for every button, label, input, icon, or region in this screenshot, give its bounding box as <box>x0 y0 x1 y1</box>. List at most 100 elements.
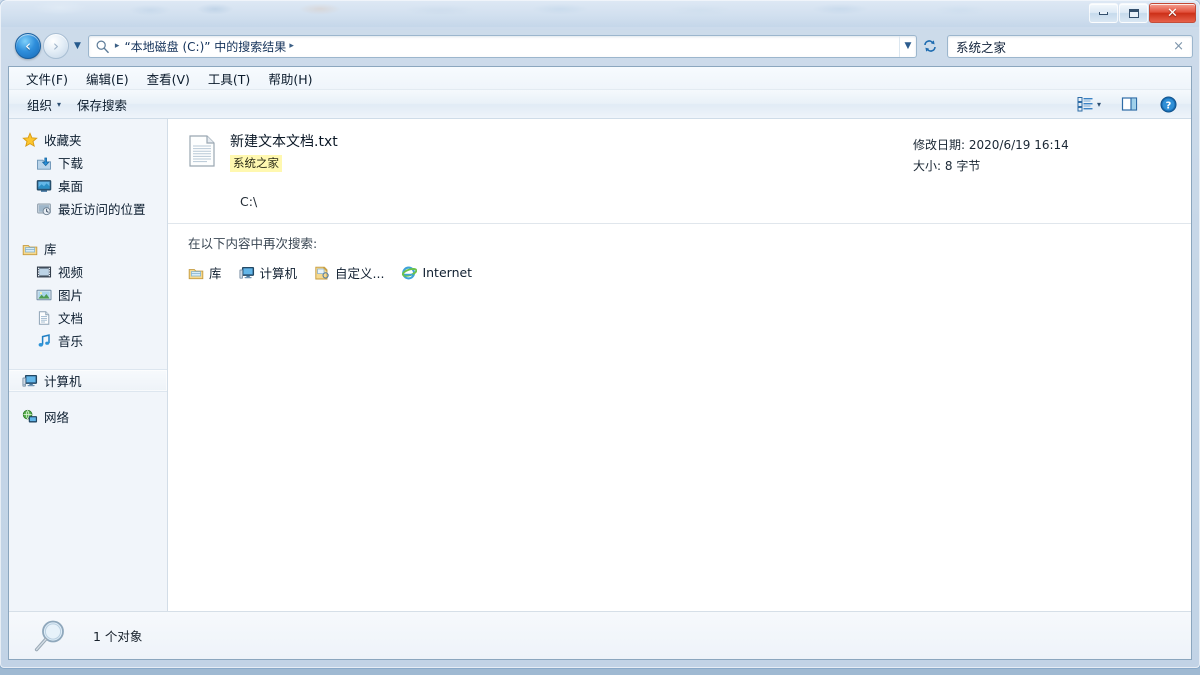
navigation-bar: ‹ › ▼ ▸ “本地磁盘 (C:)” 中的搜索结果 ▸ ▼ 系统之家 × <box>1 29 1199 63</box>
search-results-list: 新建文本文档.txt 系统之家 C:\ 修改日期: 2020/6/19 16:1… <box>168 119 1191 209</box>
search-again-title: 在以下内容中再次搜索: <box>188 236 318 251</box>
result-file-name[interactable]: 新建文本文档.txt <box>230 133 913 152</box>
search-again-options: 库 计算机 自定义... Internet <box>188 263 1191 282</box>
preview-pane-icon <box>1121 97 1138 111</box>
sidebar-item-downloads[interactable]: 下载 <box>9 151 167 174</box>
status-text: 1 个对象 <box>93 629 143 644</box>
result-item[interactable]: 新建文本文档.txt 系统之家 C:\ 修改日期: 2020/6/19 16:1… <box>168 133 1191 209</box>
sidebar-item-desktop[interactable]: 桌面 <box>9 174 167 197</box>
sidebar-label-computer: 计算机 <box>44 374 82 389</box>
organize-button[interactable]: 组织 ▾ <box>19 92 69 117</box>
downloads-icon <box>37 157 51 170</box>
close-icon: ✕ <box>1167 5 1178 21</box>
result-file-icon <box>188 133 220 209</box>
minimize-button[interactable] <box>1089 3 1118 23</box>
client-area: 文件(F) 编辑(E) 查看(V) 工具(T) 帮助(H) 组织 ▾ 保存搜索 <box>8 66 1192 660</box>
help-icon: ? <box>1160 95 1177 113</box>
view-options-button[interactable]: ▾ <box>1071 94 1107 114</box>
organize-label: 组织 <box>27 97 53 113</box>
address-bar[interactable]: ▸ “本地磁盘 (C:)” 中的搜索结果 ▸ ▼ <box>87 34 917 58</box>
search-again-libraries[interactable]: 库 <box>188 263 222 282</box>
menu-item-file[interactable]: 文件(F) <box>17 67 77 90</box>
preview-pane-button[interactable] <box>1115 94 1144 114</box>
forward-button[interactable]: › <box>43 33 69 59</box>
navigation-pane: 收藏夹 下载 桌面 最近访问的位置 库 视频 图片 文档 音乐 计算机 网络 <box>9 119 168 611</box>
menu-item-help[interactable]: 帮助(H) <box>259 67 321 90</box>
result-size-value: 8 字节 <box>944 159 981 173</box>
address-dropdown-button[interactable]: ▼ <box>899 35 916 57</box>
sidebar-item-network[interactable]: 网络 <box>9 405 167 428</box>
search-box[interactable]: × <box>947 34 1193 58</box>
star-icon <box>22 131 38 147</box>
recent-pages-button[interactable]: ▼ <box>74 41 81 51</box>
search-input[interactable] <box>956 38 1170 54</box>
title-bar: ✕ <box>1 1 1199 27</box>
minimize-icon <box>1099 11 1108 15</box>
chevron-down-icon: ▾ <box>57 99 62 109</box>
svg-text:?: ? <box>1166 100 1172 111</box>
sidebar-item-computer[interactable]: 计算机 <box>9 369 167 392</box>
explorer-window: ✕ ‹ › ▼ ▸ “本地磁盘 (C:)” 中的搜索结果 ▸ ▼ 系统之家 × … <box>0 0 1200 668</box>
close-button[interactable]: ✕ <box>1149 3 1196 23</box>
music-icon <box>38 333 50 347</box>
magnifier-icon <box>34 620 64 651</box>
sidebar-label-network: 网络 <box>44 410 70 425</box>
breadcrumb-separator-2[interactable]: ▸ <box>289 41 294 51</box>
window-controls: ✕ <box>1089 3 1196 23</box>
menu-item-edit[interactable]: 编辑(E) <box>77 67 138 90</box>
sidebar-label-music: 音乐 <box>58 334 84 349</box>
custom-icon <box>315 266 329 279</box>
search-again-label-computer: 计算机 <box>259 266 298 281</box>
search-icon <box>95 39 110 54</box>
results-pane: 新建文本文档.txt 系统之家 C:\ 修改日期: 2020/6/19 16:1… <box>168 119 1191 611</box>
sidebar-label-recent-places: 最近访问的位置 <box>58 202 146 217</box>
sidebar-item-recent-places[interactable]: 最近访问的位置 <box>9 197 167 220</box>
maximize-button[interactable] <box>1119 3 1148 23</box>
sidebar-label-pictures: 图片 <box>58 288 84 303</box>
breadcrumb-text[interactable]: “本地磁盘 (C:)” 中的搜索结果 <box>124 38 286 55</box>
menu-item-tools[interactable]: 工具(T) <box>199 67 259 90</box>
menu-bar: 文件(F) 编辑(E) 查看(V) 工具(T) 帮助(H) <box>9 67 1191 90</box>
text-file-icon <box>189 135 215 167</box>
save-search-button[interactable]: 保存搜索 <box>69 92 135 117</box>
pictures-icon <box>36 289 52 300</box>
nav-group-libraries: 库 视频 图片 文档 音乐 <box>9 237 167 352</box>
computer-icon <box>238 266 254 279</box>
result-size-label: 大小: <box>913 159 942 173</box>
library-icon <box>188 268 204 279</box>
view-list-icon <box>1077 97 1093 112</box>
back-button[interactable]: ‹ <box>15 33 41 59</box>
nav-spacer-3 <box>9 392 167 405</box>
result-details: 新建文本文档.txt 系统之家 C:\ <box>220 133 913 209</box>
sidebar-label-desktop: 桌面 <box>58 179 84 194</box>
view-caret-icon[interactable]: ▾ <box>1097 100 1101 109</box>
search-again-computer[interactable]: 计算机 <box>238 263 298 282</box>
search-again-label-internet: Internet <box>422 265 473 280</box>
sidebar-item-libraries[interactable]: 库 <box>9 237 167 260</box>
result-metadata: 修改日期: 2020/6/19 16:14 大小: 8 字节 <box>913 133 1173 209</box>
refresh-button[interactable] <box>917 35 943 58</box>
breadcrumb-separator-1[interactable]: ▸ <box>115 41 120 51</box>
menu-item-view[interactable]: 查看(V) <box>138 67 199 90</box>
result-date-value: 2020/6/19 16:14 <box>968 138 1069 152</box>
clear-search-icon[interactable]: × <box>1169 39 1188 54</box>
sidebar-item-videos[interactable]: 视频 <box>9 260 167 283</box>
recent-places-icon <box>37 203 51 215</box>
library-icon <box>22 244 38 255</box>
refresh-icon <box>924 40 936 52</box>
sidebar-item-music[interactable]: 音乐 <box>9 329 167 352</box>
search-again-internet[interactable]: Internet <box>401 265 472 281</box>
forward-arrow-icon: › <box>53 36 59 55</box>
sidebar-item-pictures[interactable]: 图片 <box>9 283 167 306</box>
back-arrow-icon: ‹ <box>25 36 31 55</box>
search-again-label-libraries: 库 <box>209 266 222 281</box>
help-button[interactable]: ? <box>1154 94 1183 115</box>
internet-explorer-icon <box>402 266 418 279</box>
sidebar-label-documents: 文档 <box>58 311 84 326</box>
search-again-custom[interactable]: 自定义... <box>314 263 384 282</box>
breadcrumb[interactable]: ▸ “本地磁盘 (C:)” 中的搜索结果 ▸ <box>89 36 899 57</box>
nav-spacer-2 <box>9 356 167 369</box>
sidebar-item-favorites[interactable]: 收藏夹 <box>9 128 167 151</box>
sidebar-item-documents[interactable]: 文档 <box>9 306 167 329</box>
documents-icon <box>38 310 50 325</box>
